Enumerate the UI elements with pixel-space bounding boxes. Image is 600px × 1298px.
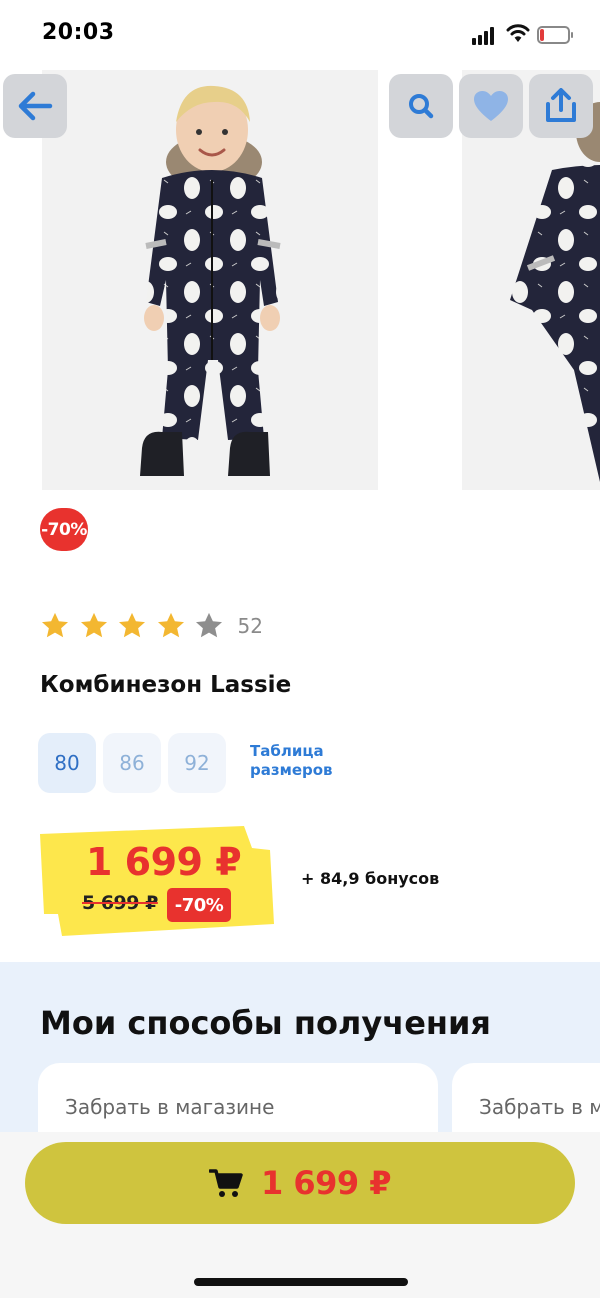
star-icon: [80, 612, 107, 638]
share-icon: [546, 88, 576, 122]
delivery-methods-section: Мои способы получения Забрать в магазине…: [0, 962, 600, 1132]
star-icon: [157, 612, 184, 638]
battery-icon: [537, 26, 573, 44]
heart-icon: [474, 91, 508, 121]
size-option[interactable]: 80: [38, 733, 96, 793]
price-discount-badge: -70%: [167, 888, 231, 922]
discount-badge: -70%: [40, 508, 88, 551]
product-photo[interactable]: [42, 70, 378, 490]
home-indicator: [194, 1278, 408, 1286]
delivery-option-card[interactable]: Забрать в магазине: [38, 1063, 438, 1132]
star-icon: [196, 612, 222, 638]
delivery-option-card[interactable]: Забрать в магазине: [452, 1063, 600, 1132]
share-button[interactable]: [529, 74, 593, 138]
size-table-link[interactable]: Таблица размеров: [250, 742, 360, 780]
back-button[interactable]: [3, 74, 67, 138]
old-price: 5 699 ₽: [82, 892, 158, 914]
bottom-bar: 1 699 ₽: [0, 1132, 600, 1298]
size-selector: 80 86 92: [38, 733, 233, 793]
add-to-cart-button[interactable]: 1 699 ₽: [25, 1142, 575, 1224]
size-option[interactable]: 86: [103, 733, 161, 793]
star-icon: [119, 612, 145, 638]
product-rating[interactable]: 52: [40, 608, 263, 644]
current-price: 1 699 ₽: [86, 840, 242, 884]
status-bar: 20:03: [0, 0, 600, 70]
cellular-signal-icon: [472, 25, 498, 45]
status-time: 20:03: [42, 20, 115, 45]
cart-button-price: 1 699 ₽: [260, 1164, 392, 1202]
bonus-points: + 84,9 бонусов: [301, 869, 440, 888]
product-title: Комбинезон Lassie: [40, 672, 292, 698]
delivery-option-label: Забрать в магазине: [479, 1095, 600, 1119]
favorite-button[interactable]: [459, 74, 523, 138]
delivery-title: Мои способы получения: [40, 1004, 491, 1042]
search-button[interactable]: [389, 74, 453, 138]
search-icon: [409, 94, 434, 119]
child-snowsuit-illustration: [140, 85, 281, 476]
reviews-count: 52: [237, 614, 263, 638]
delivery-option-label: Забрать в магазине: [65, 1095, 275, 1119]
wifi-icon: [506, 24, 530, 42]
star-icon: [42, 612, 68, 638]
cart-icon: [208, 1169, 243, 1197]
size-option[interactable]: 92: [168, 733, 226, 793]
arrow-left-icon: [18, 91, 53, 121]
